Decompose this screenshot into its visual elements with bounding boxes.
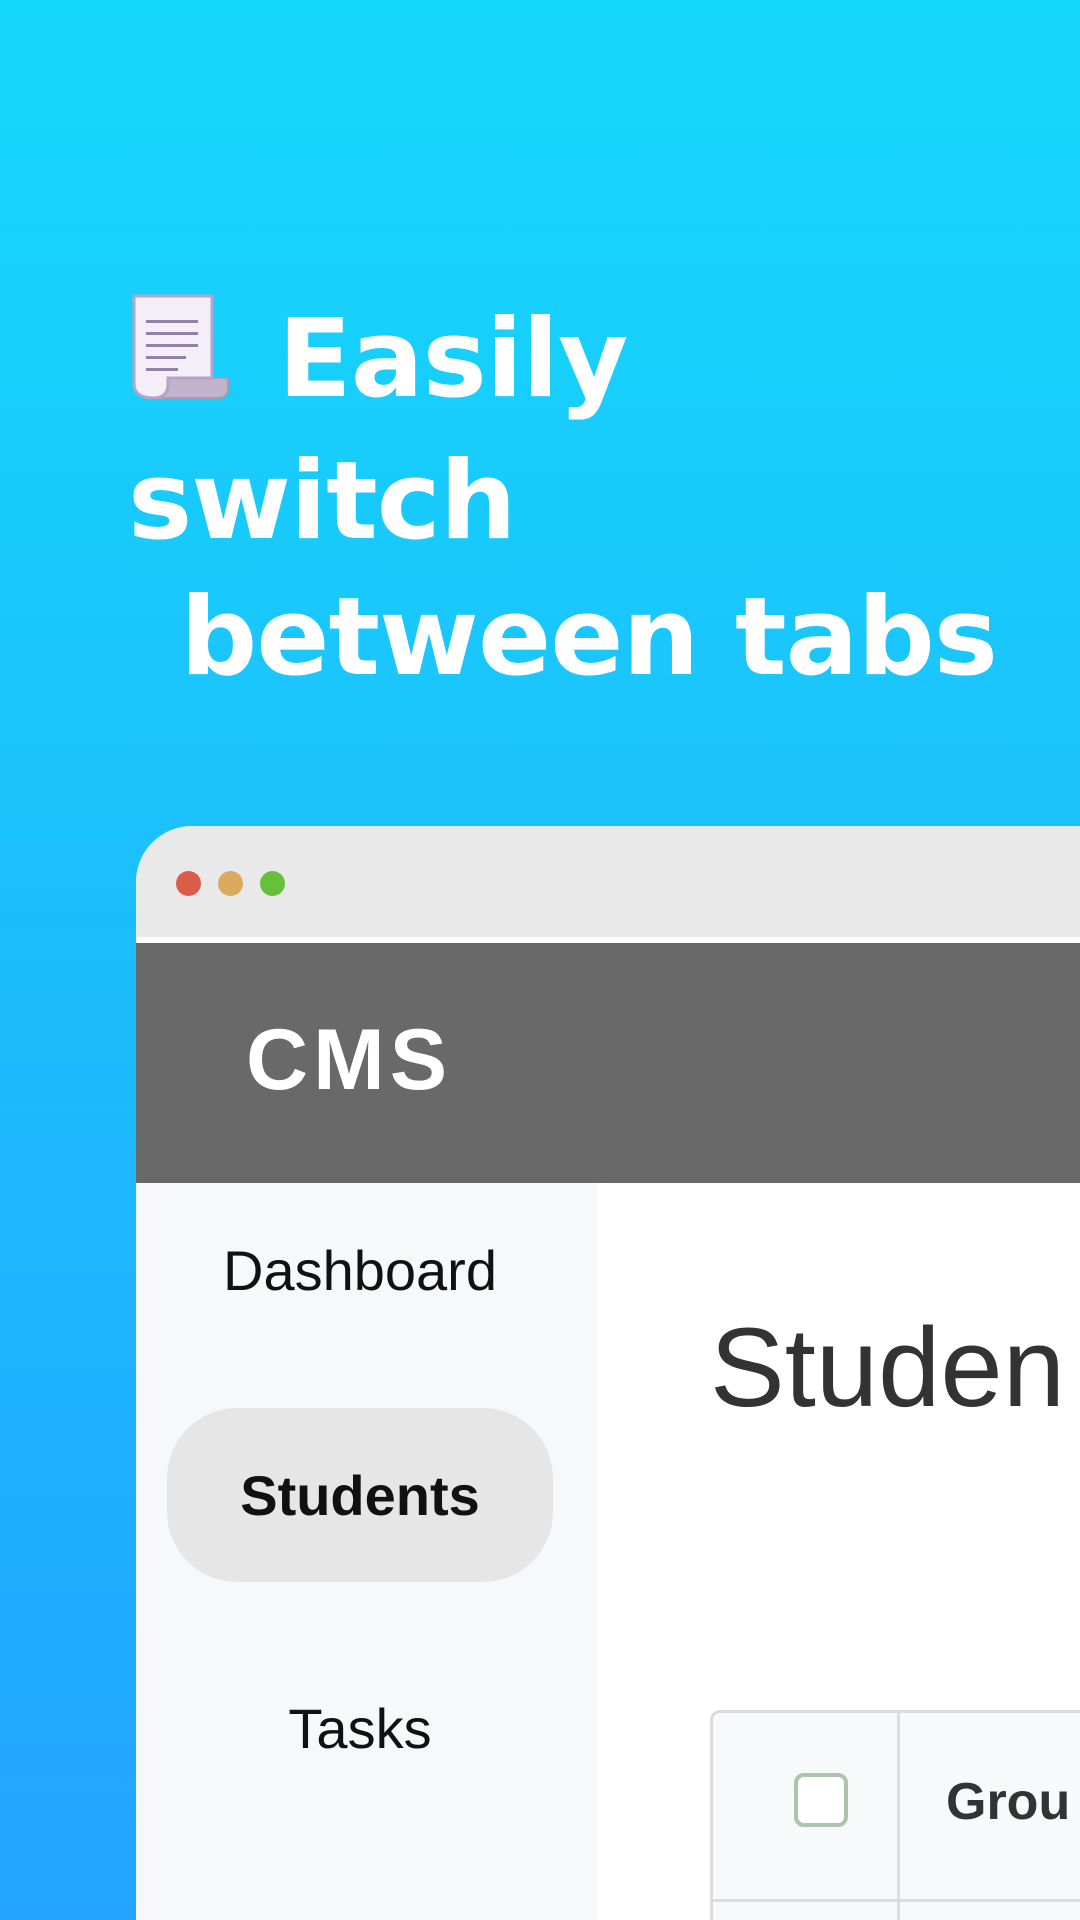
students-table: Grou bbox=[710, 1710, 1080, 1920]
close-dot[interactable] bbox=[176, 871, 201, 896]
main-content: Studen Grou bbox=[598, 1183, 1080, 1920]
page-title: Studen bbox=[710, 1305, 1065, 1430]
window-titlebar bbox=[136, 826, 1080, 937]
table-row-divider bbox=[713, 1899, 1080, 1902]
minimize-dot[interactable] bbox=[218, 871, 243, 896]
brand-title: CMS bbox=[246, 1012, 453, 1108]
sidebar-item-students[interactable]: Students bbox=[167, 1408, 553, 1582]
maximize-dot[interactable] bbox=[260, 871, 285, 896]
table-header-group[interactable]: Grou bbox=[946, 1771, 1070, 1833]
sidebar: Dashboard Students Tasks bbox=[136, 1183, 598, 1920]
app-window: CMS Dashboard Students Tasks Studen Grou bbox=[136, 826, 1080, 1920]
headline-line2: between tabs bbox=[180, 575, 998, 700]
app-header: CMS bbox=[136, 943, 1080, 1183]
scroll-icon bbox=[128, 290, 232, 434]
select-all-checkbox[interactable] bbox=[794, 1773, 848, 1827]
promo-headline: Easily switch between tabs bbox=[128, 290, 1028, 706]
table-column-divider bbox=[897, 1713, 900, 1920]
sidebar-item-tasks[interactable]: Tasks bbox=[167, 1641, 553, 1815]
sidebar-item-dashboard[interactable]: Dashboard bbox=[167, 1183, 553, 1357]
